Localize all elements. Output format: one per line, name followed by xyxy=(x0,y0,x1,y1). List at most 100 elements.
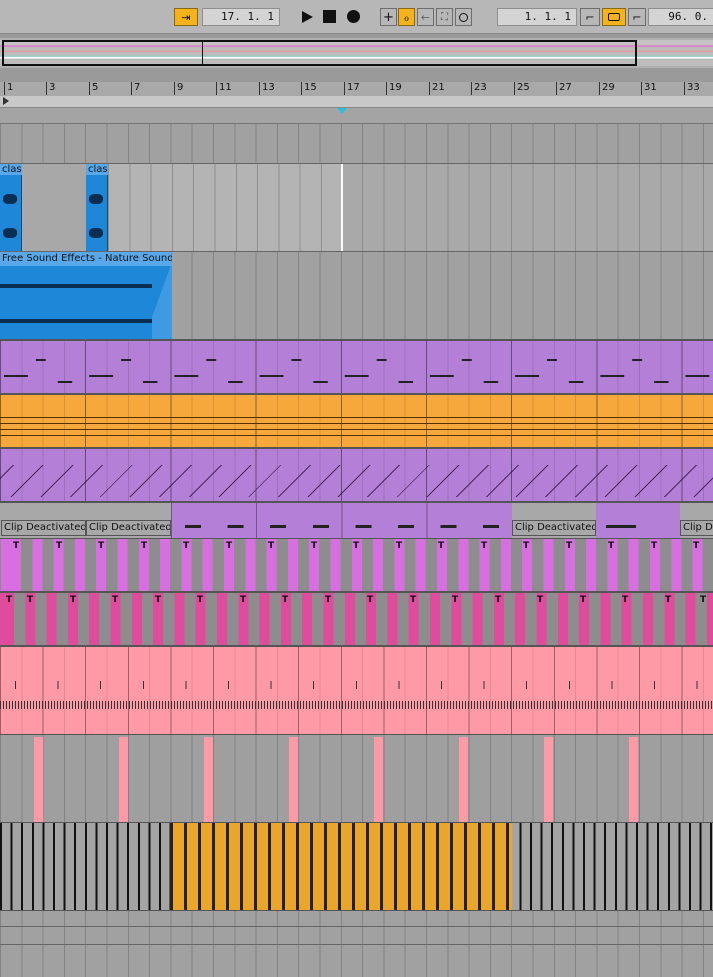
midi-notes xyxy=(0,465,713,497)
waveform xyxy=(3,194,17,204)
audio-clip[interactable]: clas xyxy=(0,164,22,251)
clip-label: T xyxy=(367,595,374,605)
beat-time-ruler[interactable]: 1 3 5 7 9 11 13 15 17 19 21 23 25 27 29 … xyxy=(0,82,713,96)
bar-marker: 19 xyxy=(386,82,402,95)
bar-marker: 31 xyxy=(641,82,657,95)
deactivated-clip[interactable]: Clip Deactivated xyxy=(1,520,86,536)
reenable-automation-button[interactable]: ← xyxy=(417,8,434,26)
track-lane-audio-rhythm[interactable] xyxy=(0,823,713,911)
clip-label: T xyxy=(27,595,34,605)
start-marker-icon xyxy=(3,97,9,105)
ramp-clip[interactable] xyxy=(119,737,128,822)
clip-label: T xyxy=(311,541,318,551)
loop-length-field[interactable]: 96. 0. xyxy=(648,8,713,26)
playhead-marker-icon xyxy=(337,108,347,114)
locator-lane[interactable] xyxy=(0,108,713,124)
ramp-clip[interactable] xyxy=(34,737,43,822)
track-lane-empty[interactable] xyxy=(0,911,713,927)
capture-button[interactable]: ⛶ xyxy=(436,8,453,26)
session-record-button[interactable] xyxy=(455,8,472,26)
follow-button[interactable]: ⇥ xyxy=(174,8,198,26)
midi-notes xyxy=(171,525,512,528)
clip-label: T xyxy=(452,595,459,605)
loop-brace-strip[interactable] xyxy=(0,96,713,108)
clip-label: T xyxy=(537,595,544,605)
track-lane-empty[interactable] xyxy=(0,927,713,945)
midi-notes xyxy=(0,417,713,441)
ramp-clip[interactable] xyxy=(629,737,638,822)
deactivated-clip[interactable]: Clip Deactivated xyxy=(86,520,171,536)
ramp-clip[interactable] xyxy=(374,737,383,822)
ramp-clip[interactable] xyxy=(544,737,553,822)
track-lane-deactivated[interactable]: Clip Deactivated Clip Deactivated Clip D… xyxy=(0,503,713,539)
clip-label: T xyxy=(13,541,20,551)
clip-label: T xyxy=(481,541,488,551)
ramp-clip[interactable] xyxy=(204,737,213,822)
clip-label: T xyxy=(438,541,445,551)
bar-marker: 33 xyxy=(684,82,700,95)
audio-clip-nature[interactable]: Free Sound Effects - Nature Sound xyxy=(0,252,172,339)
overview-visible-range[interactable] xyxy=(2,40,637,66)
play-icon xyxy=(302,11,313,23)
clip-label: T xyxy=(183,541,190,551)
clip-label: T xyxy=(141,541,148,551)
clip-label: T xyxy=(56,541,63,551)
track-lane-midi-purple-2[interactable] xyxy=(0,449,713,503)
automation-arm-button[interactable]: ℴ xyxy=(398,8,415,26)
stop-button[interactable] xyxy=(323,10,336,23)
clip-label: T xyxy=(665,595,672,605)
bar-marker: 9 xyxy=(174,82,183,95)
deactivated-clip[interactable]: Clip Deactivated xyxy=(512,520,596,536)
ramp-clip[interactable] xyxy=(289,737,298,822)
clip-label: T xyxy=(112,595,119,605)
capture-icon: ⛶ xyxy=(441,11,448,23)
waveform xyxy=(89,228,103,238)
clip-label: T xyxy=(268,541,275,551)
clip-label: T xyxy=(240,595,247,605)
track-lane-ramps[interactable] xyxy=(0,735,713,823)
fade-handle[interactable] xyxy=(152,266,172,339)
punch-in-button[interactable]: ⌐ xyxy=(580,8,600,26)
bar-marker: 3 xyxy=(46,82,55,95)
bar-marker: 1 xyxy=(4,82,13,95)
midi-clip[interactable] xyxy=(171,503,512,538)
ramp-clip[interactable] xyxy=(459,737,468,822)
track-lane-midi-orange[interactable] xyxy=(0,395,713,449)
track-lane-pink-clips[interactable]: T T T T T T T T T T T T T T T T T T xyxy=(0,593,713,647)
clip-label: T xyxy=(70,595,77,605)
bar-marker: 15 xyxy=(301,82,317,95)
midi-clip[interactable] xyxy=(596,503,680,538)
bar-marker: 21 xyxy=(429,82,445,95)
track-lane-light-pink[interactable] xyxy=(0,647,713,735)
loop-switch[interactable] xyxy=(602,8,626,26)
track-lane-empty[interactable] xyxy=(0,945,713,977)
track-lane-audio[interactable]: Free Sound Effects - Nature Sound xyxy=(0,252,713,341)
bar-marker: 17 xyxy=(344,82,360,95)
clip-label: T xyxy=(353,541,360,551)
record-button[interactable] xyxy=(347,10,360,23)
track-lane-empty[interactable] xyxy=(0,124,713,164)
audio-clip[interactable] xyxy=(170,823,512,910)
clip-label: T xyxy=(523,541,530,551)
clip-name: Free Sound Effects - Nature Sound xyxy=(0,252,172,266)
deactivated-clip[interactable]: Clip De xyxy=(680,520,713,536)
song-position-field[interactable]: 17. 1. 1 xyxy=(202,8,280,26)
midi-notes xyxy=(0,701,713,709)
punch-out-button[interactable]: ⌐ xyxy=(628,8,646,26)
overdub-button[interactable]: + xyxy=(380,8,397,26)
transport-bar: ⇥ 17. 1. 1 + ℴ ← ⛶ 1. 1. 1 ⌐ ⌐ 96. 0. xyxy=(0,0,713,34)
punch-out-icon: ⌐ xyxy=(632,10,642,24)
audio-clip[interactable]: clas xyxy=(86,164,108,251)
loop-start-field[interactable]: 1. 1. 1 xyxy=(497,8,577,26)
bar-marker: 23 xyxy=(471,82,487,95)
waveform xyxy=(0,284,172,288)
track-lane-drums[interactable]: clas clas xyxy=(0,164,713,252)
play-button[interactable] xyxy=(300,9,314,25)
arrangement-overview[interactable] xyxy=(0,38,713,68)
bar-marker: 25 xyxy=(514,82,530,95)
track-lane-magenta-clips[interactable]: T T T T T T T T T T T T T T T T T xyxy=(0,539,713,593)
clip-label: T xyxy=(396,541,403,551)
track-lane-midi-purple[interactable] xyxy=(0,341,713,395)
clip-label: T xyxy=(495,595,502,605)
clip-name: clas xyxy=(86,164,108,175)
